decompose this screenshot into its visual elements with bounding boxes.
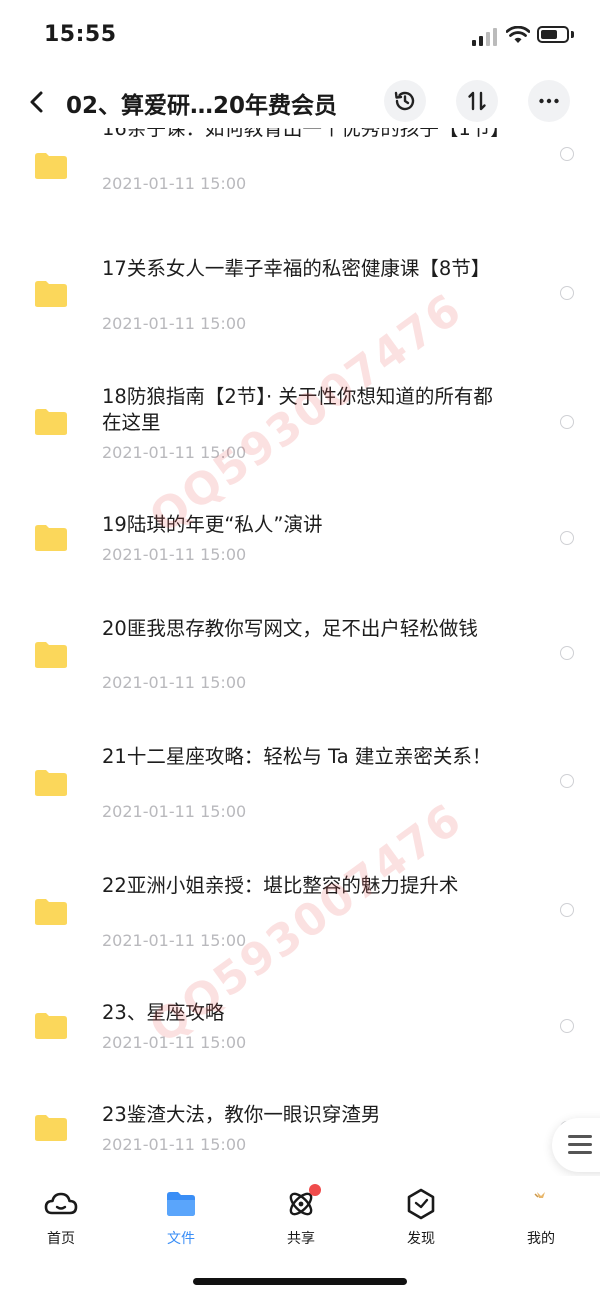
folder-icon xyxy=(35,281,67,307)
list-item[interactable]: 22亚洲小姐亲授：堪比整容的魅力提升术 2021-01-11 15:00 xyxy=(0,872,600,972)
list-item[interactable]: 16亲子课：如何教育出一个优秀的孩子【1节】 2021-01-11 15:00 xyxy=(0,128,600,216)
file-name: 18防狼指南【2节】· 关于性你想知道的所有都在这里 xyxy=(102,385,493,434)
menu-line xyxy=(568,1135,592,1138)
file-name: 22亚洲小姐亲授：堪比整容的魅力提升术 xyxy=(102,874,459,897)
menu-line xyxy=(568,1143,592,1146)
file-name: 21十二星座攻略：轻松与 Ta 建立亲密关系！ xyxy=(102,745,492,768)
folder-icon xyxy=(35,642,67,668)
status-bar: 15:55 xyxy=(0,0,600,72)
file-date: 2021-01-11 15:00 xyxy=(102,1033,247,1052)
select-radio[interactable] xyxy=(560,147,574,161)
floating-menu-button[interactable] xyxy=(552,1118,600,1172)
file-date: 2021-01-11 15:00 xyxy=(102,931,247,950)
list-item[interactable]: 17关系女人一辈子幸福的私密健康课【8节】 2021-01-11 15:00 xyxy=(0,248,600,348)
nav-bar: 02、算爱研…20年费会员 xyxy=(0,72,600,132)
home-indicator xyxy=(193,1278,407,1285)
file-date: 2021-01-11 15:00 xyxy=(102,443,247,462)
file-list: 16亲子课：如何教育出一个优秀的孩子【1节】 2021-01-11 15:00 … xyxy=(0,128,600,1168)
select-radio[interactable] xyxy=(560,774,574,788)
folder-icon xyxy=(35,525,67,551)
tab-home[interactable]: 首页 xyxy=(21,1186,101,1248)
cellular-signal-icon xyxy=(472,28,497,46)
tab-label: 文件 xyxy=(167,1231,195,1247)
list-item[interactable]: 18防狼指南【2节】· 关于性你想知道的所有都在这里 2021-01-11 15… xyxy=(0,378,600,478)
status-time: 15:55 xyxy=(44,22,117,47)
file-name: 20匪我思存教你写网文，足不出户轻松做钱 xyxy=(102,617,478,640)
select-radio[interactable] xyxy=(560,531,574,545)
folder-icon xyxy=(35,770,67,796)
tab-discover[interactable]: 发现 xyxy=(381,1186,461,1248)
file-name: 23鉴渣大法，教你一眼识穿渣男 xyxy=(102,1103,381,1126)
file-date: 2021-01-11 15:00 xyxy=(102,802,247,821)
select-radio[interactable] xyxy=(560,415,574,429)
list-item[interactable]: 21十二星座攻略：轻松与 Ta 建立亲密关系！ 2021-01-11 15:00 xyxy=(0,742,600,842)
file-date: 2021-01-11 15:00 xyxy=(102,174,247,193)
wifi-icon xyxy=(506,26,530,43)
history-icon xyxy=(394,91,415,111)
cloud-icon xyxy=(44,1192,78,1215)
select-radio[interactable] xyxy=(560,903,574,917)
file-name: 16亲子课：如何教育出一个优秀的孩子【1节】 xyxy=(102,128,510,140)
list-item[interactable]: 23鉴渣大法，教你一眼识穿渣男 2021-01-11 15:00 xyxy=(0,1102,600,1168)
tab-mine[interactable]: 我的 xyxy=(501,1186,581,1248)
sort-icon xyxy=(468,91,486,111)
back-button[interactable] xyxy=(22,86,54,118)
tab-share[interactable]: 共享 xyxy=(261,1184,341,1248)
battery-icon xyxy=(537,26,569,43)
menu-line xyxy=(568,1151,592,1154)
file-date: 2021-01-11 15:00 xyxy=(102,545,247,564)
file-name: 23、星座攻略 xyxy=(102,1001,225,1024)
folder-icon xyxy=(35,409,67,435)
history-button[interactable] xyxy=(384,80,426,122)
folder-icon xyxy=(35,899,67,925)
notification-badge xyxy=(309,1184,321,1196)
file-name: 17关系女人一辈子幸福的私密健康课【8节】 xyxy=(102,257,491,280)
atom-icon xyxy=(283,1184,321,1222)
more-icon xyxy=(539,98,559,104)
list-item[interactable]: 23、星座攻略 2021-01-11 15:00 xyxy=(0,1000,600,1080)
tab-label: 首页 xyxy=(47,1231,75,1247)
compass-icon xyxy=(407,1188,435,1220)
sort-button[interactable] xyxy=(456,80,498,122)
select-radio[interactable] xyxy=(560,286,574,300)
folder-icon xyxy=(35,1115,67,1141)
battery-cap xyxy=(571,31,574,38)
file-date: 2021-01-11 15:00 xyxy=(102,673,247,692)
folder-icon xyxy=(35,153,67,179)
tab-label: 共享 xyxy=(287,1231,315,1247)
tab-files[interactable]: 文件 xyxy=(141,1186,221,1248)
folder-icon xyxy=(167,1192,195,1216)
tab-bar: 首页 文件 共享 发现 我的 xyxy=(0,1176,600,1266)
select-radio[interactable] xyxy=(560,1019,574,1033)
tab-label: 我的 xyxy=(527,1231,555,1247)
more-button[interactable] xyxy=(528,80,570,122)
folder-icon xyxy=(35,1013,67,1039)
file-name: 19陆琪的年更“私人”演讲 xyxy=(102,513,323,536)
tab-label: 发现 xyxy=(407,1231,435,1247)
file-date: 2021-01-11 15:00 xyxy=(102,314,247,333)
list-item[interactable]: 20匪我思存教你写网文，足不出户轻松做钱 2021-01-11 15:00 xyxy=(0,614,600,714)
profile-icon xyxy=(534,1192,545,1198)
page-title: 02、算爱研…20年费会员 xyxy=(66,93,338,119)
file-date: 2021-01-11 15:00 xyxy=(102,1135,247,1154)
list-item[interactable]: 19陆琪的年更“私人”演讲 2021-01-11 15:00 xyxy=(0,508,600,588)
select-radio[interactable] xyxy=(560,646,574,660)
